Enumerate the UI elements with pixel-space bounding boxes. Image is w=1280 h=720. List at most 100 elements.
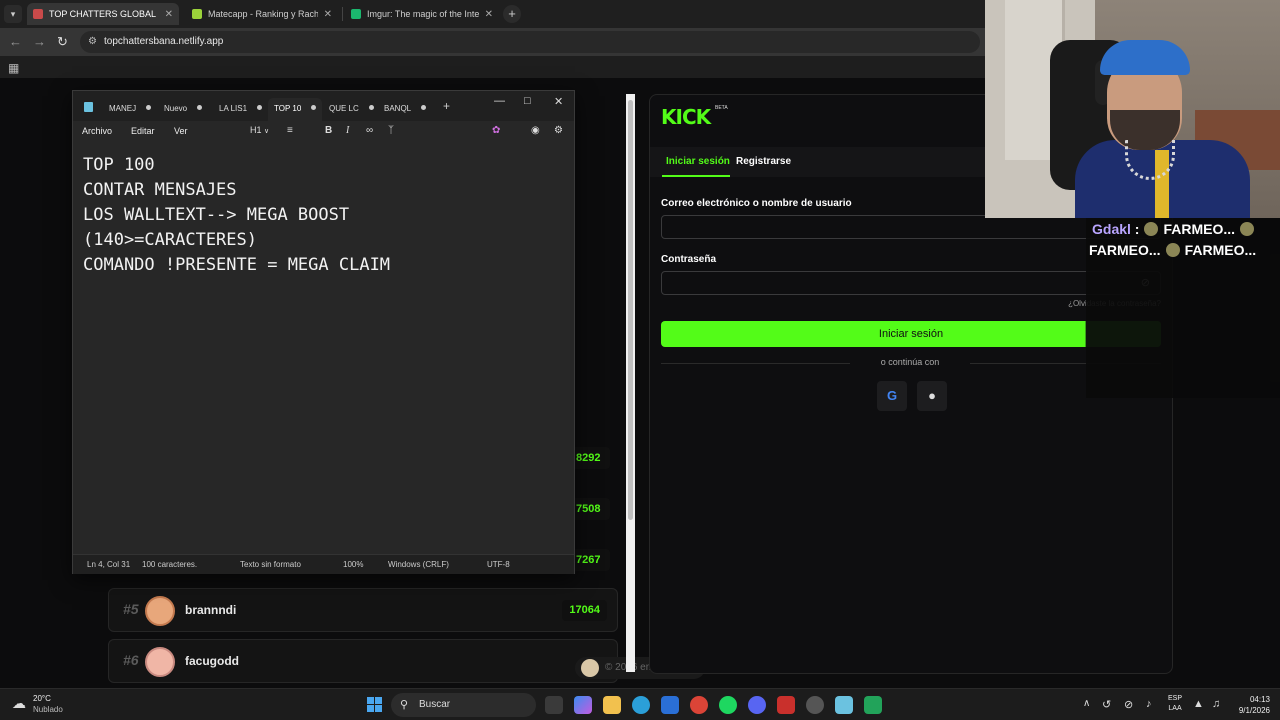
rank-number: #6 (123, 652, 139, 668)
url-bar[interactable]: ⚙ topchattersbana.netlify.app (80, 31, 980, 53)
outlook-icon[interactable] (661, 696, 679, 714)
tab-register[interactable]: Registrarse (736, 156, 791, 167)
close-icon[interactable]: ✕ (554, 95, 563, 108)
settings-gear-icon[interactable]: ⚙ (554, 125, 563, 136)
emote-icon (1144, 222, 1159, 236)
tab-favicon-icon (351, 9, 361, 19)
tab-favicon-icon (192, 9, 202, 19)
apps-grid-icon[interactable]: ▦ (8, 61, 19, 75)
copilot-icon[interactable]: ✿ (492, 125, 500, 136)
sync-icon[interactable]: ↺ (1102, 698, 1111, 711)
google-login-button[interactable]: G (877, 381, 907, 411)
wifi-icon[interactable]: ▲ (1193, 698, 1204, 710)
excel-icon[interactable] (864, 696, 882, 714)
tray-overflow-icon[interactable]: ∧ (1083, 698, 1090, 709)
apple-login-button[interactable]: ● (917, 381, 947, 411)
menu-view[interactable]: Ver (174, 126, 188, 136)
start-tile (375, 705, 382, 712)
unsaved-dot-icon (368, 105, 374, 110)
format-indicator[interactable]: Texto sin formato (240, 560, 301, 569)
tab-login[interactable]: Iniciar sesión (666, 156, 730, 167)
edge-icon[interactable] (632, 696, 650, 714)
browser-tab-matecapp[interactable]: Matecapp - Ranking y Racha de ✕ (186, 3, 338, 25)
tab-title: Imgur: The magic of the Interne (367, 9, 479, 19)
link-icon[interactable]: ∞ (366, 125, 373, 136)
account-icon[interactable]: ◉ (531, 125, 540, 136)
maximize-icon[interactable]: □ (524, 95, 531, 107)
clear-format-icon[interactable]: ᛉ (388, 125, 394, 136)
notepad-tab[interactable]: QUE LC (323, 98, 380, 121)
search-icon: ⚲ (400, 699, 409, 711)
leaderboard-row[interactable]: #5 brannndi 17064 (108, 588, 618, 632)
browser-tab-imgur[interactable]: Imgur: The magic of the Interne ✕ (345, 3, 499, 25)
scrollbar-thumb[interactable] (628, 100, 633, 520)
menu-file[interactable]: Archivo (82, 126, 112, 136)
weather-cloud-icon[interactable]: ☁ (12, 695, 26, 712)
start-tile (367, 697, 374, 704)
taskbar-search[interactable]: ⚲ Buscar (391, 693, 536, 717)
close-tab-icon[interactable]: ✕ (324, 9, 332, 20)
chat-text: FARMEO... (1089, 242, 1161, 258)
microphone-icon[interactable]: ♪ (1146, 698, 1152, 710)
notepad-tab[interactable]: MANEJ (103, 98, 157, 121)
unsaved-dot-icon (146, 105, 152, 110)
site-info-icon[interactable]: ⚙ (88, 31, 97, 53)
emote-icon (1240, 222, 1255, 236)
copilot-taskbar-icon[interactable] (574, 696, 592, 714)
tab-label: MANEJ (109, 104, 137, 113)
back-icon[interactable]: ← (9, 34, 22, 49)
unsaved-dot-icon (311, 105, 317, 110)
notepad-tab[interactable]: Nuevo (158, 98, 208, 121)
spotify-icon[interactable] (719, 696, 737, 714)
bold-icon[interactable]: B (325, 125, 332, 136)
active-tab-indicator (662, 175, 730, 177)
tab-title: Matecapp - Ranking y Racha de (208, 9, 318, 19)
zoom-level[interactable]: 100% (343, 560, 363, 569)
close-tab-icon[interactable]: ✕ (165, 9, 173, 20)
notepad-titlebar: MANEJ Nuevo LA LIS1 TOP 10 QUE LC BANQL … (73, 91, 574, 121)
browser-tab-top-chatters[interactable]: TOP CHATTERS GLOBAL ✕ (27, 3, 179, 25)
cursor-position: Ln 4, Col 31 (87, 560, 131, 569)
password-label: Contraseña (661, 254, 717, 265)
email-label: Correo electrónico o nombre de usuario (661, 198, 852, 209)
leaderboard-row[interactable]: #6 facugodd (108, 639, 618, 683)
notepad-tab-active[interactable]: TOP 10 (268, 98, 323, 121)
volume-icon[interactable]: ♫ (1212, 698, 1220, 710)
minimize-icon[interactable]: — (494, 95, 505, 107)
notepad-tab[interactable]: BANQL (378, 98, 432, 121)
chat-text: FARMEO... (1163, 221, 1236, 237)
encoding[interactable]: UTF-8 (487, 560, 510, 569)
close-tab-icon[interactable]: ✕ (485, 9, 493, 20)
italic-icon[interactable]: I (346, 125, 349, 136)
windows-taskbar: ☁ 20°C Nublado ⚲ Buscar ∧ ↺ ⊘ ♪ ESP LAA … (0, 688, 1280, 720)
notepad-new-tab-button[interactable]: + (443, 99, 450, 113)
unsaved-dot-icon (421, 105, 427, 110)
notepad-text-area[interactable]: TOP 100 CONTAR MENSAJES LOS WALLTEXT--> … (83, 153, 390, 278)
notepad-tab[interactable]: LA LIS1 (213, 98, 268, 121)
app-icon[interactable] (777, 696, 795, 714)
tab-menu-button[interactable]: ▾ (4, 5, 22, 23)
line-ending[interactable]: Windows (CRLF) (388, 560, 449, 569)
rank-score-stub: 8292 (570, 447, 610, 469)
file-explorer-icon[interactable] (603, 696, 621, 714)
heading-dropdown[interactable]: H1 ∨ (250, 125, 269, 135)
reload-icon[interactable]: ↻ (57, 34, 68, 50)
login-button-label: Iniciar sesión (878, 328, 944, 340)
tab-label: LA LIS1 (219, 104, 248, 113)
notepad-taskbar-icon[interactable] (835, 696, 853, 714)
unsaved-dot-icon (257, 105, 263, 110)
menu-edit[interactable]: Editar (131, 126, 155, 136)
language-indicator[interactable]: ESP LAA (1168, 694, 1182, 714)
task-view-icon[interactable] (545, 696, 563, 714)
chrome-icon[interactable] (690, 696, 708, 714)
forward-icon[interactable]: → (33, 34, 46, 49)
page-scrollbar[interactable] (626, 94, 635, 672)
start-button[interactable] (367, 697, 382, 712)
discord-icon[interactable] (748, 696, 766, 714)
new-tab-button[interactable]: + (503, 5, 521, 23)
notifications-off-icon[interactable]: ⊘ (1124, 698, 1133, 711)
obs-icon[interactable] (806, 696, 824, 714)
taskbar-clock[interactable]: 04:13 9/1/2026 (1230, 694, 1270, 716)
char-count: 100 caracteres. (142, 560, 198, 569)
list-icon[interactable]: ≡ (287, 125, 293, 136)
